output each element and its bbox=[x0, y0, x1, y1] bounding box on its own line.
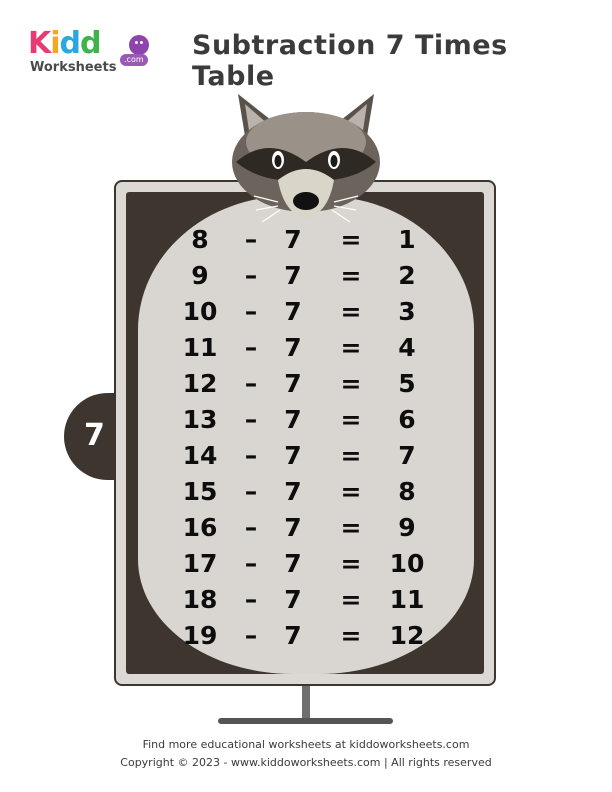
minus-sign: – bbox=[244, 405, 258, 434]
equals-sign: = bbox=[340, 441, 362, 470]
minuend: 14 bbox=[182, 441, 218, 470]
logo-smile-icon bbox=[129, 35, 149, 55]
minuend: 9 bbox=[191, 261, 209, 290]
table-row: 13–7 = 6 bbox=[176, 402, 446, 438]
difference: 3 bbox=[398, 297, 416, 326]
minuend: 11 bbox=[182, 333, 218, 362]
minus-sign: – bbox=[244, 477, 258, 506]
subtrahend: 7 bbox=[284, 333, 302, 362]
equals-sign: = bbox=[340, 225, 362, 254]
subtrahend: 7 bbox=[284, 405, 302, 434]
subtrahend: 7 bbox=[284, 369, 302, 398]
side-tab-label: 7 bbox=[84, 418, 105, 453]
subtrahend: 7 bbox=[284, 225, 302, 254]
kiddo-worksheets-logo: Kidd .com Worksheets bbox=[28, 28, 158, 78]
minus-sign: – bbox=[244, 513, 258, 542]
equals-sign: = bbox=[340, 513, 362, 542]
difference: 2 bbox=[398, 261, 416, 290]
footer-copyright: Copyright © 2023 - www.kiddoworksheets.c… bbox=[120, 756, 492, 769]
minus-sign: – bbox=[244, 225, 258, 254]
minuend: 17 bbox=[182, 549, 218, 578]
table-row: 8 –7 = 1 bbox=[176, 222, 446, 258]
minus-sign: – bbox=[244, 549, 258, 578]
equals-sign: = bbox=[340, 333, 362, 362]
subtrahend: 7 bbox=[284, 585, 302, 614]
subtraction-table: 8–7 = 1 9–7 = 2 10–7 = 3 11–7 = 4 12–7 = 5 13–7 = 6 14–7 = 7… bbox=[176, 222, 446, 654]
equals-sign: = bbox=[340, 585, 362, 614]
minuend: 10 bbox=[182, 297, 218, 326]
sign-pole-base bbox=[218, 718, 393, 724]
logo-com-badge: .com bbox=[120, 54, 148, 66]
minuend: 13 bbox=[182, 405, 218, 434]
logo-subtitle: Worksheets bbox=[30, 60, 117, 75]
minus-sign: – bbox=[244, 441, 258, 470]
table-row: 11–7 = 4 bbox=[176, 330, 446, 366]
equals-sign: = bbox=[340, 405, 362, 434]
table-row: 14–7 = 7 bbox=[176, 438, 446, 474]
minus-sign: – bbox=[244, 333, 258, 362]
table-row: 10–7 = 3 bbox=[176, 294, 446, 330]
difference: 9 bbox=[398, 513, 416, 542]
equals-sign: = bbox=[340, 477, 362, 506]
minus-sign: – bbox=[244, 585, 258, 614]
equals-sign: = bbox=[340, 261, 362, 290]
difference: 6 bbox=[398, 405, 416, 434]
subtrahend: 7 bbox=[284, 621, 302, 650]
sign-pole bbox=[302, 682, 310, 722]
equals-sign: = bbox=[340, 369, 362, 398]
subtrahend: 7 bbox=[284, 441, 302, 470]
difference: 8 bbox=[398, 477, 416, 506]
subtrahend: 7 bbox=[284, 261, 302, 290]
difference: 1 bbox=[398, 225, 416, 254]
raccoon-icon bbox=[232, 94, 380, 223]
difference: 10 bbox=[389, 549, 425, 578]
table-row: 15–7 = 8 bbox=[176, 474, 446, 510]
footer-promo: Find more educational worksheets at kidd… bbox=[142, 738, 470, 751]
subtrahend: 7 bbox=[284, 477, 302, 506]
subtrahend: 7 bbox=[284, 297, 302, 326]
minus-sign: – bbox=[244, 261, 258, 290]
minus-sign: – bbox=[244, 369, 258, 398]
subtrahend: 7 bbox=[284, 549, 302, 578]
table-row: 18–7 = 11 bbox=[176, 582, 446, 618]
equals-sign: = bbox=[340, 621, 362, 650]
table-row: 12–7 = 5 bbox=[176, 366, 446, 402]
equals-sign: = bbox=[340, 297, 362, 326]
page-title: Subtraction 7 Times Table bbox=[192, 30, 508, 92]
minus-sign: – bbox=[244, 621, 258, 650]
table-row: 19–7 = 12 bbox=[176, 618, 446, 654]
table-row: 17–7 = 10 bbox=[176, 546, 446, 582]
logo-wordmark: Kidd bbox=[28, 26, 102, 61]
table-row: 9 –7 = 2 bbox=[176, 258, 446, 294]
minuend: 8 bbox=[191, 225, 209, 254]
minuend: 16 bbox=[182, 513, 218, 542]
minuend: 12 bbox=[182, 369, 218, 398]
subtrahend: 7 bbox=[284, 513, 302, 542]
minuend: 15 bbox=[182, 477, 218, 506]
difference: 11 bbox=[389, 585, 425, 614]
minuend: 18 bbox=[182, 585, 218, 614]
difference: 12 bbox=[389, 621, 425, 650]
minuend: 19 bbox=[182, 621, 218, 650]
table-row: 16–7 = 9 bbox=[176, 510, 446, 546]
difference: 4 bbox=[398, 333, 416, 362]
equals-sign: = bbox=[340, 549, 362, 578]
difference: 5 bbox=[398, 369, 416, 398]
difference: 7 bbox=[398, 441, 416, 470]
minus-sign: – bbox=[244, 297, 258, 326]
